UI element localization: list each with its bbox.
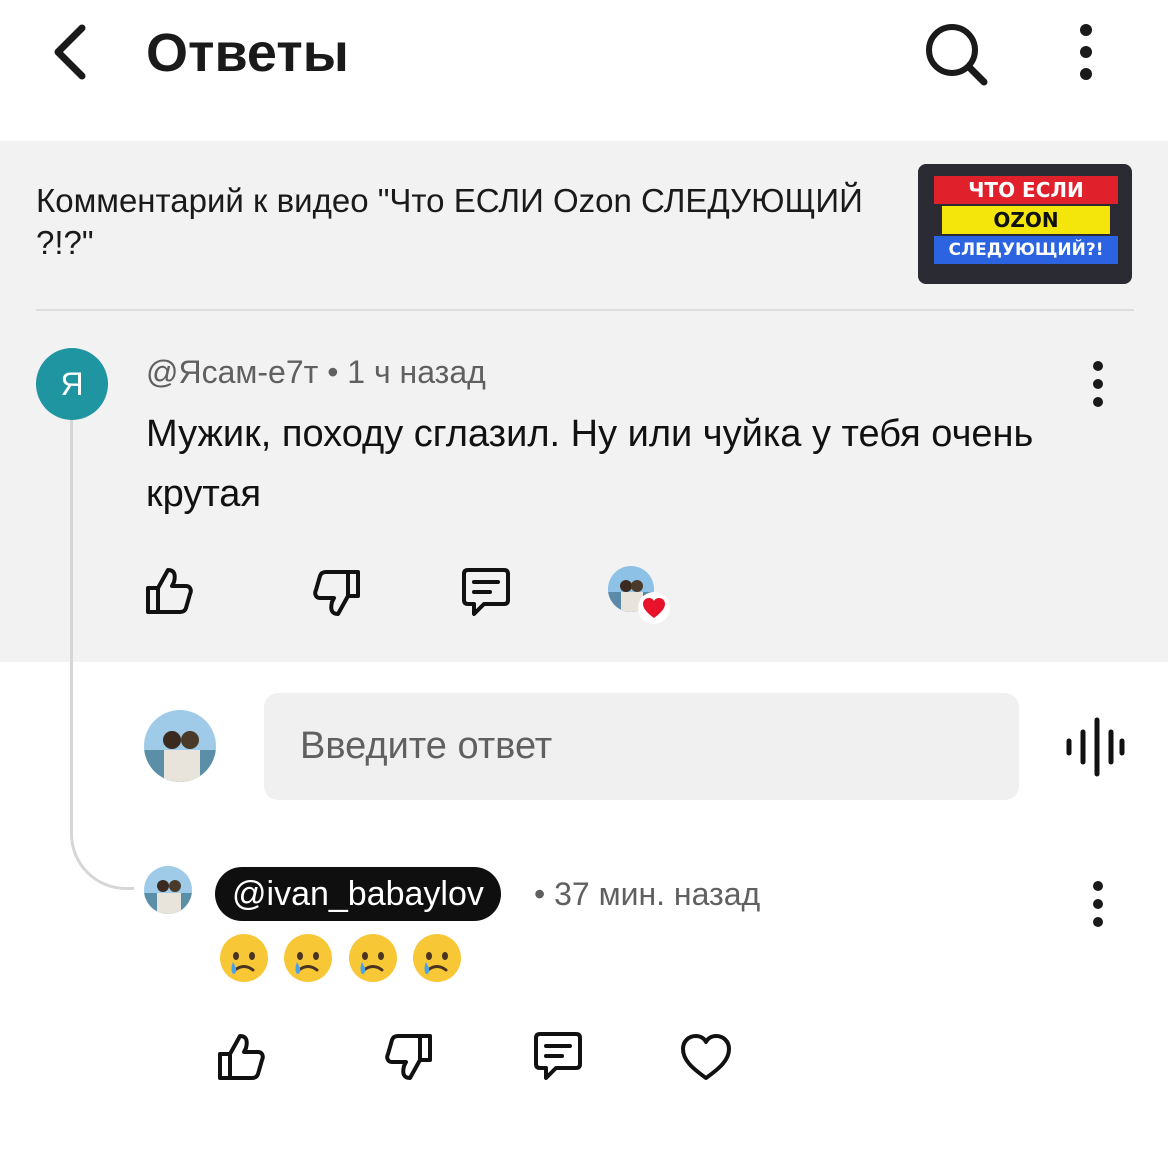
crying-face-icon — [220, 934, 268, 982]
thumbnail-line-1: ЧТО ЕСЛИ — [934, 176, 1118, 204]
reply-meta: • 37 мин. назад — [534, 872, 760, 916]
search-icon[interactable] — [920, 20, 990, 86]
video-caption[interactable]: Комментарий к видео "Что ЕСЛИ Ozon СЛЕДУ… — [36, 180, 866, 264]
reply-input[interactable] — [264, 693, 1019, 800]
reply-icon[interactable] — [530, 1028, 586, 1084]
emoji-row — [218, 932, 471, 984]
thread-connector — [70, 420, 134, 890]
reply-time: 37 мин. назад — [554, 876, 761, 912]
divider — [36, 309, 1134, 311]
thumbs-up-icon[interactable] — [140, 562, 196, 618]
crying-face-icon — [284, 934, 333, 982]
back-button[interactable] — [46, 22, 94, 82]
thumbs-down-icon[interactable] — [310, 566, 366, 622]
creator-heart-icon — [638, 592, 670, 624]
thumbnail-line-2: OZON — [942, 206, 1110, 234]
separator: • — [327, 354, 339, 390]
thumbs-up-icon[interactable] — [212, 1028, 268, 1084]
page-title: Ответы — [146, 23, 349, 83]
comment-time: 1 ч назад — [347, 354, 486, 390]
reply-icon[interactable] — [458, 564, 514, 620]
crying-face-icon — [413, 934, 462, 982]
thumbs-down-icon[interactable] — [382, 1030, 438, 1086]
comment-author[interactable]: @Ясам-е7т — [146, 354, 318, 390]
thumbnail-line-3: СЛЕДУЮЩИЙ?! — [934, 236, 1118, 264]
avatar — [144, 710, 216, 782]
more-vert-icon[interactable] — [1080, 880, 1116, 928]
avatar[interactable]: Я — [36, 348, 108, 420]
separator: • — [534, 876, 546, 912]
heart-icon[interactable] — [678, 1030, 734, 1086]
voice-input-icon[interactable] — [1060, 714, 1126, 780]
more-vert-icon[interactable] — [1066, 22, 1106, 82]
crying-face-icon — [348, 934, 397, 982]
comment-text: Мужик, походу сглазил. Ну или чуйка у те… — [146, 413, 1034, 515]
avatar[interactable] — [144, 866, 192, 914]
author-mention-chip[interactable]: @ivan_babaylov — [215, 867, 501, 921]
more-vert-icon[interactable] — [1080, 360, 1116, 408]
comment-meta: @Ясам-е7т • 1 ч назад — [146, 352, 486, 392]
video-thumbnail[interactable]: ЧТО ЕСЛИ OZON СЛЕДУЮЩИЙ?! — [918, 164, 1132, 284]
